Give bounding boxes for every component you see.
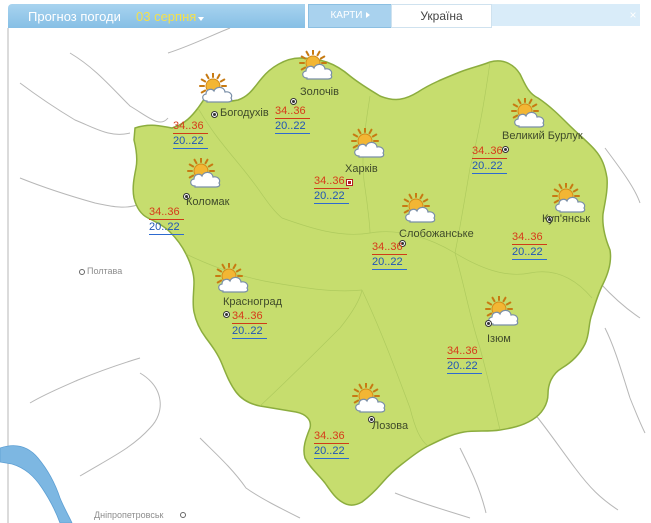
partly-cloudy-icon [299, 49, 333, 80]
header-filler [492, 4, 640, 26]
day-temperature: 34..36 [275, 105, 310, 119]
day-temperature: 34..36 [173, 120, 208, 134]
outside-city-label: Полтава [87, 266, 123, 276]
partly-cloudy-icon [351, 127, 385, 158]
city-dot [485, 320, 492, 327]
day-temperature: 34..36 [314, 430, 349, 444]
tab-region[interactable]: Україна [391, 4, 492, 28]
city-name: Богодухів [220, 107, 269, 119]
day-temperature: 34..36 [372, 241, 407, 255]
city-name: Ізюм [487, 333, 511, 345]
city-dot [223, 311, 230, 318]
day-temperature: 34..36 [314, 175, 349, 189]
weather-icon-wrapper [197, 72, 237, 105]
partly-cloudy-icon [199, 72, 233, 103]
weather-map: Полтава Дніпропетровськ Богодухів 34..36 2… [0, 28, 651, 523]
night-temperature: 20..22 [149, 221, 184, 235]
weather-icon-wrapper [350, 382, 390, 415]
weather-icon-wrapper [509, 97, 549, 130]
partly-cloudy-icon [215, 262, 249, 293]
partly-cloudy-icon [187, 157, 221, 188]
weather-icon-wrapper [297, 49, 337, 82]
reservoir [0, 445, 73, 523]
day-temperature: 34..36 [512, 231, 547, 245]
partly-cloudy-icon [511, 97, 545, 128]
day-temperature: 34..36 [447, 345, 482, 359]
city-name: Красноград [223, 296, 283, 308]
city-name: Коломак [186, 196, 230, 208]
tab-maps[interactable]: КАРТИ [308, 4, 392, 28]
night-temperature: 20..22 [232, 325, 267, 339]
night-temperature: 20..22 [173, 135, 208, 149]
day-temperature: 34..36 [472, 145, 507, 159]
date-selector[interactable]: 03 серпня [136, 9, 196, 24]
night-temperature: 20..22 [447, 360, 482, 374]
night-temperature: 20..22 [314, 445, 349, 459]
night-temperature: 20..22 [275, 120, 310, 134]
partly-cloudy-icon [552, 182, 586, 213]
city-name: Золочів [300, 86, 339, 98]
outside-city-label: Дніпропетровськ [94, 510, 164, 520]
outside-city-dot [180, 512, 186, 518]
night-temperature: 20..22 [512, 246, 547, 260]
weather-icon-wrapper [550, 182, 590, 215]
forecast-bar: Прогноз погоди 03 серпня [8, 4, 305, 28]
city-name: Великий Бурлук [502, 130, 583, 142]
city-name: Харків [345, 163, 378, 175]
forecast-title: Прогноз погоди [28, 9, 121, 24]
weather-icon-wrapper [349, 127, 389, 160]
city-dot [211, 111, 218, 118]
weather-icon-wrapper [185, 157, 225, 190]
weather-icon-wrapper [213, 262, 253, 295]
close-icon[interactable]: × [626, 4, 640, 26]
day-temperature: 34..36 [149, 206, 184, 220]
city-dot [290, 98, 297, 105]
header-bar: Прогноз погоди 03 серпня КАРТИ Україна × [0, 0, 651, 28]
night-temperature: 20..22 [372, 256, 407, 270]
night-temperature: 20..22 [314, 190, 349, 204]
city-name: Лозова [372, 420, 409, 432]
weather-icon-wrapper [400, 192, 440, 225]
partly-cloudy-icon [402, 192, 436, 223]
city-name: Куп'янськ [542, 213, 591, 225]
city-name: Слобожанське [399, 228, 474, 240]
night-temperature: 20..22 [472, 160, 507, 174]
caret-down-icon[interactable] [198, 17, 204, 21]
outside-city-dot [79, 269, 85, 275]
day-temperature: 34..36 [232, 310, 267, 324]
play-arrow-icon [365, 12, 370, 18]
tab-maps-label: КАРТИ [330, 10, 363, 21]
partly-cloudy-icon [352, 382, 386, 413]
